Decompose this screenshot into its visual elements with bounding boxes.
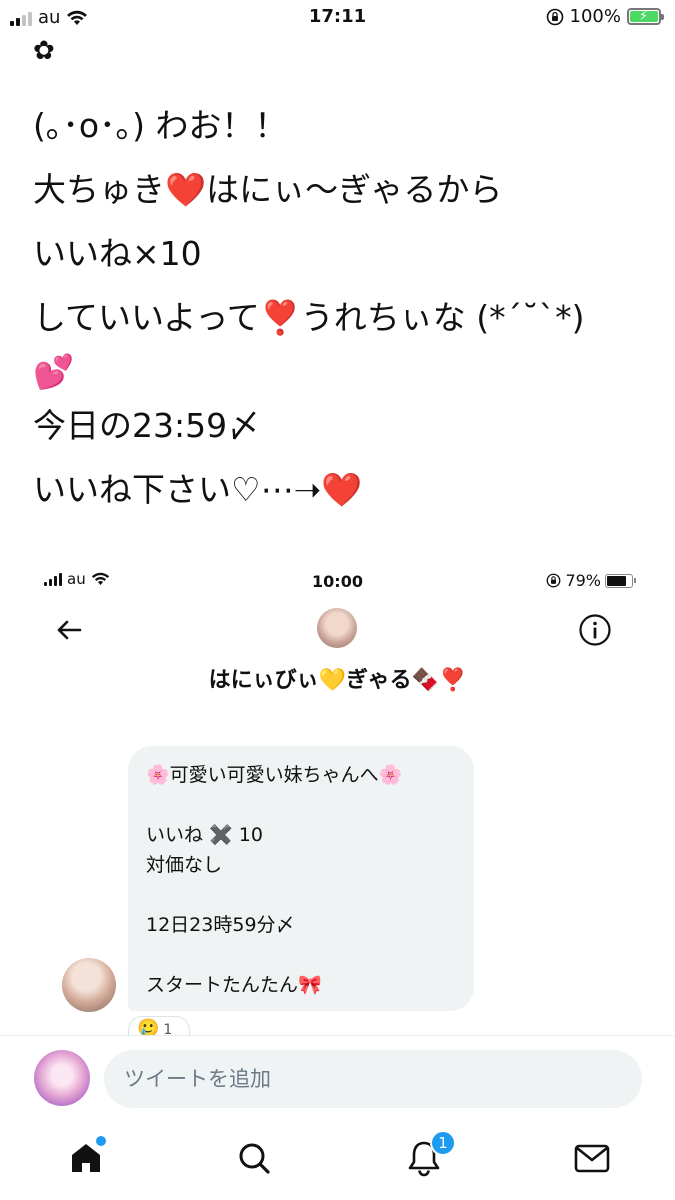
user-avatar[interactable] <box>34 1050 90 1106</box>
tweet-line: 💕 <box>33 352 75 391</box>
tweet-line: 大ちゅき❤️はにぃ〜ぎゃるから <box>33 170 503 209</box>
message-line: 対価なし <box>146 854 223 876</box>
message-line: スタートたんたん🎀 <box>146 974 322 996</box>
back-arrow-icon[interactable] <box>54 615 84 645</box>
mail-icon <box>574 1144 610 1173</box>
tweet-text: ✿ (｡･o･｡) わお！！ 大ちゅき❤️はにぃ〜ぎゃるから いいね×10 して… <box>33 36 653 522</box>
reply-composer <box>0 1036 675 1122</box>
message-line <box>146 790 456 820</box>
message-line <box>146 940 456 970</box>
sender-avatar[interactable] <box>62 958 116 1012</box>
bottom-tab-bar: 1 <box>0 1122 675 1200</box>
tab-search[interactable] <box>234 1138 274 1178</box>
rotation-lock-icon <box>546 8 563 25</box>
message-line: いいね ✖️ 10 <box>146 824 263 846</box>
message-line: 🌸可愛い可愛い妹ちゃんへ🌸 <box>146 764 403 786</box>
tweet-line: していいよって❣️うれちぃな (*´˘`*) <box>33 298 585 337</box>
tweet-line: (｡･o･｡) わお！！ <box>33 106 288 145</box>
battery-icon <box>605 573 636 588</box>
embedded-status-bar: au 10:00 79% <box>0 570 675 594</box>
rotation-lock-icon <box>547 573 561 588</box>
status-bar: au 17:11 100% ⚡ <box>0 0 675 34</box>
notification-badge: 1 <box>430 1130 456 1156</box>
battery-percent: 100% <box>569 6 621 27</box>
tab-messages[interactable] <box>572 1138 612 1178</box>
home-unread-dot <box>94 1134 108 1148</box>
status-right: 100% ⚡ <box>546 6 664 27</box>
search-icon <box>239 1143 270 1174</box>
tweet-reply-input[interactable] <box>104 1050 642 1108</box>
flower-icon: ✿ <box>33 36 55 66</box>
tweet-line: いいね下さい♡⋯➝❤️ <box>33 470 363 509</box>
embedded-status-right: 79% <box>546 571 636 590</box>
battery-icon: ⚡ <box>627 8 664 25</box>
embedded-screenshot: au 10:00 79% はにぃびぃ💛ぎゃる🍫❣️ 🌸可愛い可愛い妹ちゃんへ🌸 … <box>0 560 675 1042</box>
message-bubble[interactable]: 🌸可愛い可愛い妹ちゃんへ🌸 いいね ✖️ 10 対価なし 12日23時59分〆 … <box>128 746 474 1011</box>
conversation-name: はにぃびぃ💛ぎゃる🍫❣️ <box>208 668 467 693</box>
message-line <box>146 880 456 910</box>
embedded-battery-percent: 79% <box>565 571 601 590</box>
tweet-line: 今日の23:59〆 <box>33 406 261 445</box>
info-icon[interactable] <box>578 613 612 647</box>
message-line: 12日23時59分〆 <box>146 914 295 936</box>
conversation-avatar[interactable] <box>317 608 357 648</box>
tweet-line: いいね×10 <box>33 234 202 273</box>
